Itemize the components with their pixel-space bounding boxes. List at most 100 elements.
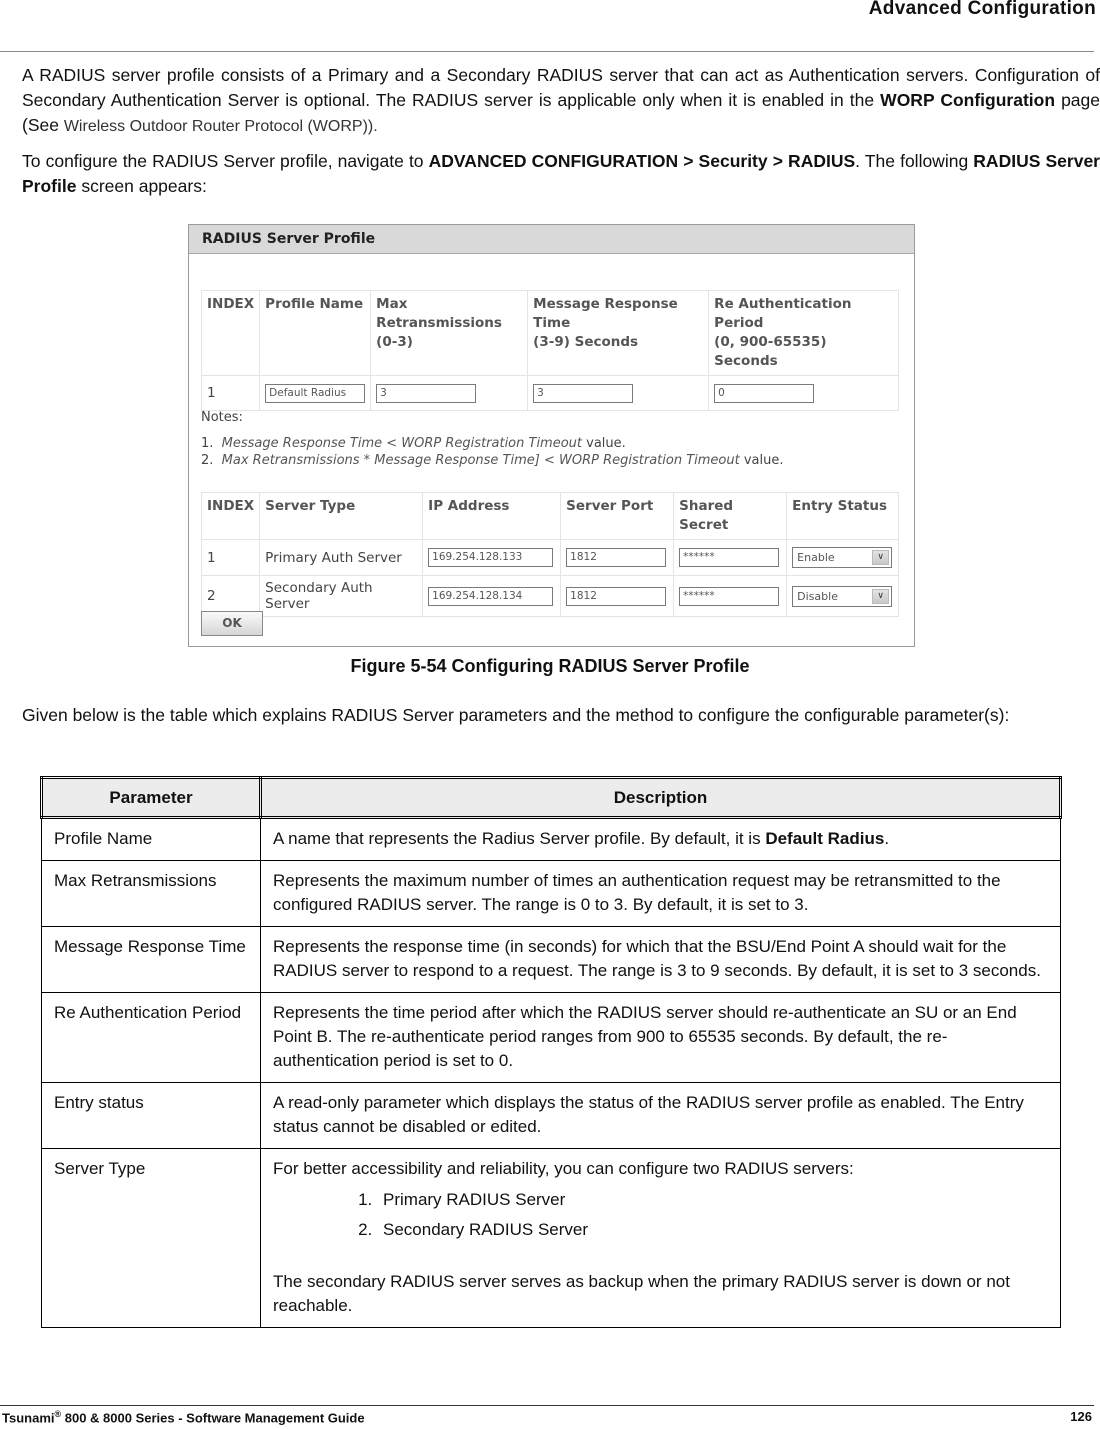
intro-paragraph-2: To configure the RADIUS Server profile, … [22,149,1100,199]
server-type-list: Primary RADIUS Server Secondary RADIUS S… [273,1185,1048,1245]
parameter-description: A name that represents the Radius Server… [260,817,1061,861]
server-port-input[interactable]: 1812 [566,586,667,606]
parameter-description: Represents the time period after which t… [260,992,1061,1083]
parameter-table-header: Parameter Description [40,776,1062,819]
server-table: INDEX Server Type IP Address Server Port… [200,492,899,617]
table-row: Max Retransmissions Represents the maxim… [41,860,1061,927]
parameter-table: Parameter Description Profile Name A nam… [40,776,1062,1328]
max-retx-cell: 3 [370,375,529,411]
note-tail: value. [739,453,784,468]
parameter-name: Profile Name [41,817,261,861]
port-cell: 1812 [560,575,675,617]
col-server-type: Server Type [259,492,424,540]
shared-secret-input[interactable]: ****** [679,586,780,606]
ok-button[interactable]: OK [201,611,263,636]
col-description: Description [259,776,1062,819]
profile-table-row: 1 Default Radius 3 3 0 [200,375,899,411]
reauth-cell: 0 [708,375,899,411]
header-line: (3-9) Seconds [533,334,639,350]
list-item: Secondary RADIUS Server [377,1215,1048,1245]
intro-text: screen appears: [76,176,207,196]
header-line: Re Authentication [714,296,852,312]
table-row: Profile Name A name that represents the … [41,817,1061,861]
mrt-cell: 3 [527,375,710,411]
desc-intro: For better accessibility and reliability… [273,1159,854,1178]
list-item: Primary RADIUS Server [377,1185,1048,1215]
desc-text: . [884,829,890,848]
guide-title: 800 & 8000 Series - Software Management … [61,1410,365,1426]
navigation-path: ADVANCED CONFIGURATION > Security > RADI… [428,151,856,171]
parameter-name: Server Type [41,1148,261,1328]
parameter-description: A read-only parameter which displays the… [260,1082,1061,1149]
desc-text: A name that represents the Radius Server… [273,829,766,848]
profile-table-header: INDEX Profile Name Max Retransmissions (0-… [200,290,899,376]
table-row: Message Response Time Represents the res… [41,926,1061,993]
status-cell: Enable ∨ [786,539,899,576]
col-max-retransmissions: Max Retransmissions (0-3) [370,290,529,376]
intro-paragraph-1: A RADIUS server profile consists of a Pr… [22,63,1100,139]
desc-bold: Default Radius [765,829,885,848]
max-retransmissions-input[interactable]: 3 [376,383,477,403]
note-tail: value. [582,436,626,451]
ip-address-input[interactable]: 169.254.128.134 [428,586,554,606]
col-reauth-period: Re Authentication Period (0, 900-65535) Se… [708,290,899,376]
col-shared-secret: Shared Secret [673,492,788,540]
server-row-primary: 1 Primary Auth Server 169.254.128.133 18… [200,539,899,576]
col-parameter: Parameter [40,776,262,819]
worp-config-bold: WORP Configuration [880,90,1056,110]
server-type: Primary Auth Server [259,539,424,576]
radius-server-profile-screenshot: RADIUS Server Profile INDEX Profile Name… [188,224,915,647]
col-message-response-time: Message Response Time (3-9) Seconds [527,290,710,376]
header-line: Retransmissions [376,315,502,331]
col-ip-address: IP Address [422,492,562,540]
header-line: (0, 900-65535) Seconds [714,334,827,369]
selected-value: Disable [797,589,838,603]
secret-cell: ****** [673,539,788,576]
shared-secret-input[interactable]: ****** [679,548,780,567]
note-number: 1. [201,436,214,451]
parameter-name: Re Authentication Period [41,992,261,1083]
figure-caption: Figure 5-54 Configuring RADIUS Server Pr… [350,656,750,676]
chevron-down-icon[interactable]: ∨ [872,550,890,565]
parameter-name: Max Retransmissions [41,860,261,927]
row-index: 1 [200,539,261,576]
secret-cell: ****** [673,575,788,617]
col-index: INDEX [200,492,261,540]
entry-status-select[interactable]: Disable ∨ [792,585,893,607]
entry-status-select[interactable]: Enable ∨ [792,547,893,568]
profile-name-input[interactable]: Default Radius [265,383,366,403]
header-line: (0-3) [376,334,413,350]
parameter-name: Entry status [41,1082,261,1149]
notes-title: Notes: [201,410,243,425]
server-port-input[interactable]: 1812 [566,548,667,567]
note-item-2: 2. Max Retransmissions * Message Respons… [201,452,784,469]
intro-text: . The following [855,151,974,171]
header-divider [0,51,1094,52]
note-number: 2. [201,453,214,468]
notes-section: Notes: 1. Message Response Time < WORP R… [201,410,784,469]
header-line: Message Response [533,296,678,312]
page-number: 126 [1070,1409,1092,1424]
table-row: Re Authentication Period Represents the … [41,992,1061,1083]
parameter-description: Represents the maximum number of times a… [260,860,1061,927]
page-header-title: Advanced Configuration [868,0,1096,19]
port-cell: 1812 [560,539,675,576]
parameter-name: Message Response Time [41,926,261,993]
ip-cell: 169.254.128.133 [422,539,562,576]
ip-address-input[interactable]: 169.254.128.133 [428,548,554,567]
footer-document-title: Tsunami® 800 & 8000 Series - Software Ma… [2,1409,365,1425]
col-server-port: Server Port [560,492,675,540]
col-index: INDEX [200,290,261,376]
header-line: Time [533,315,571,331]
col-profile-name: Profile Name [259,290,372,376]
reauth-period-input[interactable]: 0 [714,383,815,403]
status-cell: Disable ∨ [786,575,899,617]
worp-cross-reference-link[interactable]: Wireless Outdoor Router Protocol (WORP))… [64,118,378,135]
server-type: Secondary Auth Server [259,575,424,617]
message-response-time-input[interactable]: 3 [533,383,634,403]
product-name: Tsunami [2,1410,55,1426]
parameter-description: Represents the response time (in seconds… [260,926,1061,993]
chevron-down-icon[interactable]: ∨ [872,588,890,604]
footer-divider [0,1405,1094,1406]
table-row: Entry status A read-only parameter which… [41,1082,1061,1149]
